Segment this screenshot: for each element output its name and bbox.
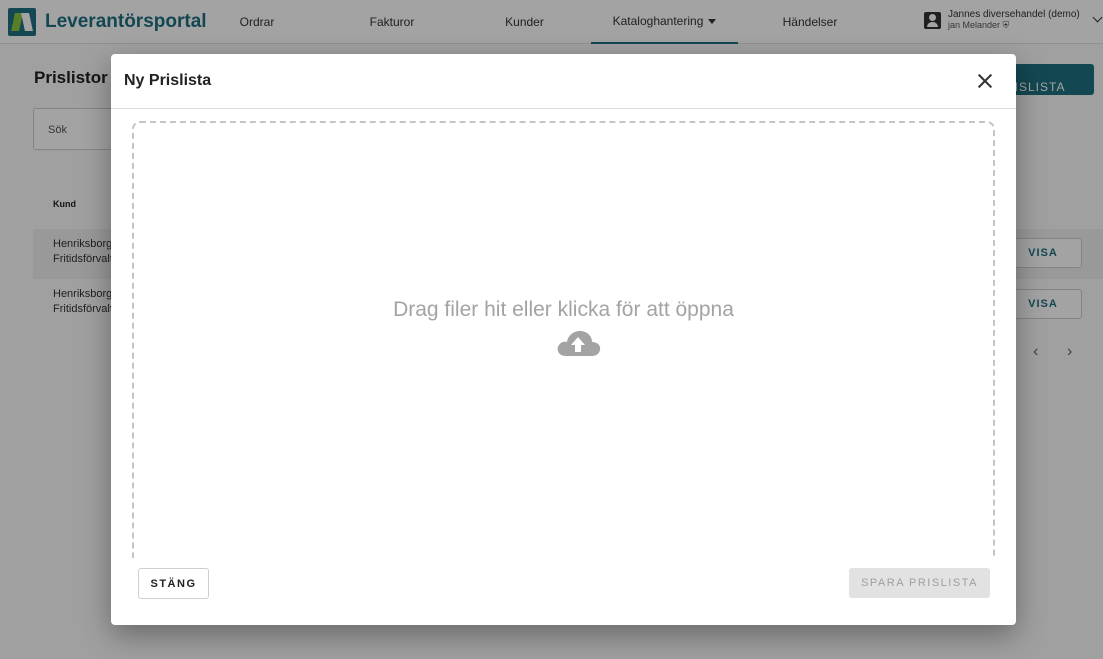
dropzone-text: Drag filer hit eller klicka för att öppn… <box>393 298 734 321</box>
new-pricelist-dialog: Ny Prislista Drag filer hit eller klicka… <box>111 54 1016 625</box>
dialog-title: Ny Prislista <box>124 72 212 89</box>
close-button[interactable]: STÄNG <box>138 568 209 599</box>
save-pricelist-button[interactable]: SPARA PRISLISTA <box>849 568 990 598</box>
close-icon[interactable] <box>977 73 993 89</box>
cloud-upload-icon <box>557 331 601 356</box>
dialog-header: Ny Prislista <box>111 54 1016 109</box>
file-dropzone[interactable]: Drag filer hit eller klicka för att öppn… <box>132 121 995 558</box>
